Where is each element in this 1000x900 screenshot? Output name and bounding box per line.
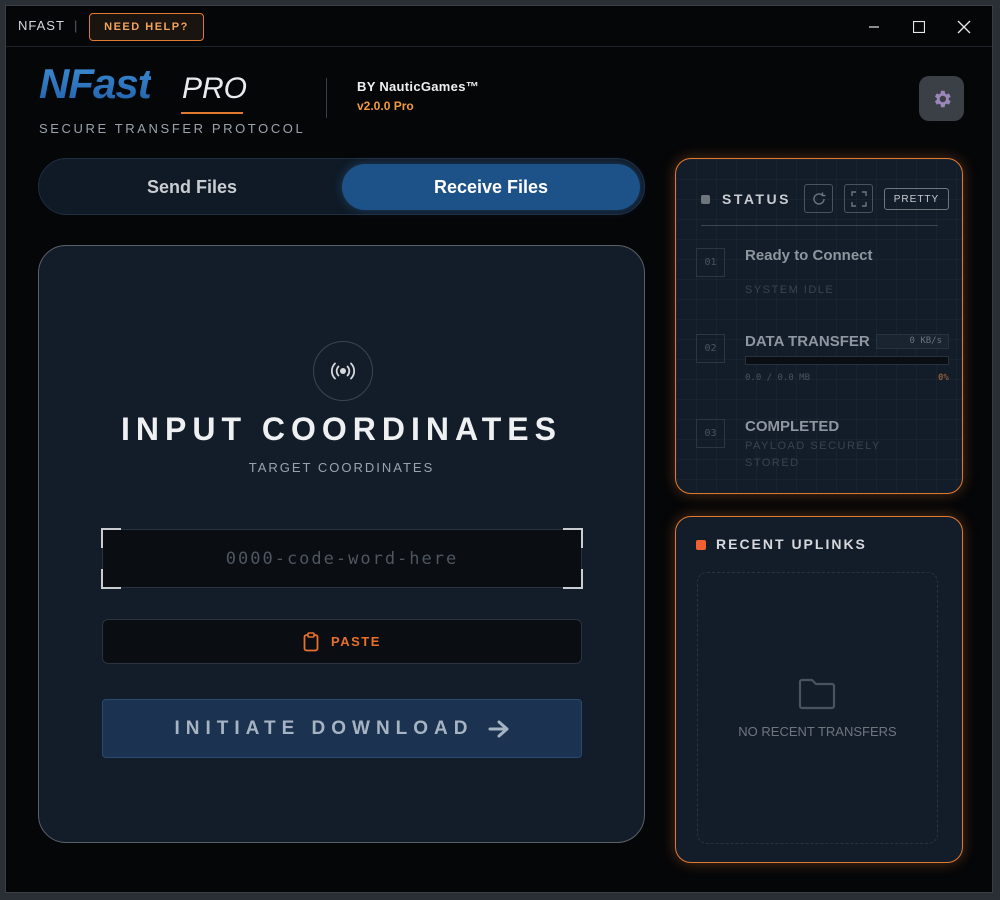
- corner-bracket: [563, 569, 583, 589]
- status-indicator: [701, 195, 710, 204]
- app-window: NFAST | NEED HELP? NFast PRO SECURE TRAN…: [5, 5, 993, 893]
- close-icon[interactable]: [941, 6, 986, 47]
- step-subtitle: PAYLOAD SECURELY STORED: [745, 438, 881, 472]
- code-input-wrapper: [101, 528, 583, 589]
- step-title: COMPLETED: [745, 418, 840, 435]
- receive-subtitle: TARGET COORDINATES: [248, 460, 435, 475]
- expand-icon: [850, 190, 867, 207]
- transfer-speed: 0 KB/s: [876, 334, 949, 349]
- code-input[interactable]: [102, 529, 582, 588]
- status-panel: STATUS PRETTY 01 Ready to Connect SYSTEM…: [675, 158, 963, 494]
- broadcast-icon: [313, 341, 373, 401]
- step-subtitle-line: PAYLOAD SECURELY: [745, 440, 881, 452]
- version-label: v2.0.0 Pro: [357, 99, 414, 113]
- download-label: INITIATE DOWNLOAD: [174, 717, 474, 739]
- corner-bracket: [563, 528, 583, 548]
- recent-uplinks-panel: RECENT UPLINKS NO RECENT TRANSFERS: [675, 516, 963, 863]
- step-title: Ready to Connect: [745, 247, 873, 264]
- tab-send-files[interactable]: Send Files: [44, 164, 340, 210]
- app-name: NFAST: [18, 18, 65, 33]
- corner-bracket: [101, 528, 121, 548]
- transfer-percent: 0%: [938, 373, 949, 383]
- initiate-download-button[interactable]: INITIATE DOWNLOAD: [102, 699, 582, 758]
- tagline: SECURE TRANSFER PROTOCOL: [39, 121, 306, 136]
- need-help-button[interactable]: NEED HELP?: [89, 13, 204, 41]
- minimize-icon[interactable]: [851, 6, 896, 47]
- logo-underline: [181, 112, 243, 114]
- step-number: 02: [696, 334, 725, 363]
- gear-icon: [934, 90, 951, 107]
- step-subtitle: SYSTEM IDLE: [745, 284, 835, 296]
- maximize-icon[interactable]: [896, 6, 941, 47]
- receive-panel: INPUT COORDINATES TARGET COORDINATES PAS…: [38, 245, 645, 843]
- pretty-toggle[interactable]: PRETTY: [884, 188, 949, 210]
- step-title: DATA TRANSFER: [745, 333, 870, 350]
- folder-icon: [798, 678, 836, 710]
- logo-pro: PRO: [182, 72, 248, 105]
- title-bar: NFAST | NEED HELP?: [6, 6, 992, 47]
- status-title: STATUS: [722, 191, 791, 207]
- paste-button[interactable]: PASTE: [102, 619, 582, 664]
- publisher-line: BY NauticGames™: [357, 79, 480, 94]
- step-number: 03: [696, 419, 725, 448]
- arrow-right-icon: [488, 720, 508, 737]
- transfer-progress: [745, 356, 949, 365]
- recent-indicator: [696, 540, 706, 550]
- receive-title: INPUT COORDINATES: [121, 411, 562, 447]
- mode-tabs: Send Files Receive Files: [38, 158, 645, 215]
- recent-list: NO RECENT TRANSFERS: [697, 572, 938, 844]
- refresh-button[interactable]: [804, 184, 833, 213]
- status-divider: [701, 225, 938, 226]
- logo-main: NFast: [39, 60, 152, 107]
- settings-button[interactable]: [919, 76, 964, 121]
- step-subtitle-line: STORED: [745, 457, 800, 469]
- header-divider: [326, 78, 327, 118]
- corner-bracket: [101, 569, 121, 589]
- clipboard-icon: [303, 631, 319, 651]
- expand-button[interactable]: [844, 184, 873, 213]
- recent-title: RECENT UPLINKS: [716, 536, 867, 552]
- transfer-size: 0.0 / 0.0 MB: [745, 373, 811, 383]
- title-separator: |: [74, 18, 78, 33]
- tab-receive-files[interactable]: Receive Files: [342, 164, 640, 210]
- step-number: 01: [696, 248, 725, 277]
- empty-state-text: NO RECENT TRANSFERS: [738, 724, 897, 739]
- refresh-icon: [812, 192, 825, 205]
- paste-label: PASTE: [331, 634, 381, 649]
